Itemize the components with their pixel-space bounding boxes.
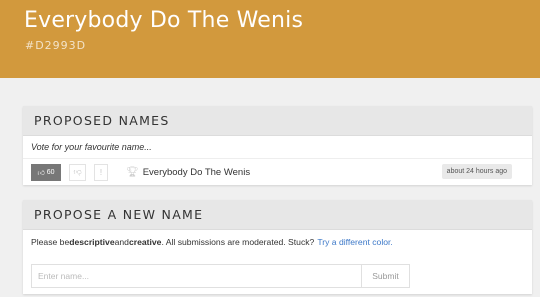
guideline-bold-creative: creative	[128, 237, 162, 247]
different-color-link[interactable]: Try a different color.	[317, 237, 392, 247]
propose-form: Submit	[31, 264, 410, 288]
timestamp-badge: about 24 hours ago	[441, 164, 512, 179]
upvote-button[interactable]: 👍︎ 60	[31, 163, 61, 181]
flag-button[interactable]: !	[94, 163, 108, 181]
guideline-text: and	[114, 237, 129, 247]
proposed-names-header: PROPOSED NAMES	[23, 106, 532, 136]
color-hex-code: #D2993D	[25, 39, 87, 52]
thumbs-up-icon: 👍︎	[37, 169, 45, 177]
propose-name-card: PROPOSE A NEW NAME Please be descriptive…	[23, 200, 532, 294]
name-input[interactable]	[31, 264, 362, 288]
proposed-names-card: PROPOSED NAMES Vote for your favourite n…	[23, 106, 532, 185]
guideline-text: Please be	[31, 237, 70, 247]
vote-instructions: Vote for your favourite name...	[23, 136, 532, 159]
guideline-text: . All submissions are moderated. Stuck?	[161, 237, 315, 247]
downvote-button[interactable]: 👎︎	[69, 163, 86, 181]
name-entry-row: 👍︎ 60 👎︎ ! 🏆︎ Everybody Do The Wenis abo…	[23, 159, 532, 185]
vote-count: 60	[46, 168, 55, 176]
submission-guidelines: Please be descriptive and creative. All …	[23, 230, 532, 254]
propose-name-header: PROPOSE A NEW NAME	[23, 200, 532, 230]
propose-name-title: PROPOSE A NEW NAME	[34, 207, 204, 222]
submit-button[interactable]: Submit	[362, 264, 410, 288]
proposed-names-title: PROPOSED NAMES	[34, 113, 170, 128]
guideline-bold-descriptive: descriptive	[69, 237, 115, 247]
exclamation-icon: !	[99, 167, 103, 177]
trophy-icon: 🏆︎	[126, 166, 139, 178]
proposed-name: Everybody Do The Wenis	[142, 166, 251, 178]
thumbs-down-icon: 👎︎	[73, 167, 82, 176]
page-title: Everybody Do The Wenis	[24, 8, 304, 33]
header-banner: Everybody Do The Wenis #D2993D	[0, 0, 540, 78]
